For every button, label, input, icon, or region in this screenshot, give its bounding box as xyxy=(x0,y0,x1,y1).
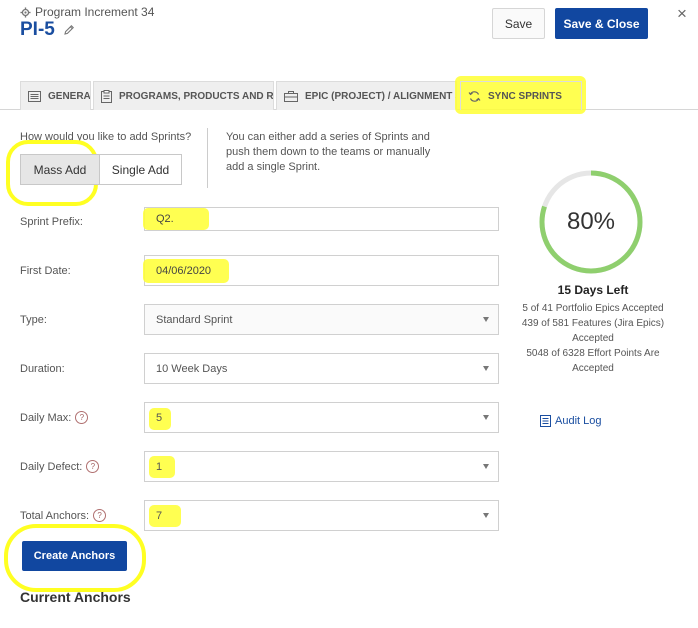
tab-epic-alignment[interactable]: EPIC (PROJECT) / ALIGNMENT S... xyxy=(276,81,457,110)
add-sprints-help: You can either add a series of Sprints a… xyxy=(226,131,431,173)
tab-programs-products[interactable]: PROGRAMS, PRODUCTS AND R... xyxy=(93,81,274,110)
epics-accepted: 5 of 41 Portfolio Epics Accepted xyxy=(522,303,664,314)
add-mode-toggle: Mass Add Single Add xyxy=(20,154,182,185)
total-anchors-select[interactable]: 7 xyxy=(144,500,499,531)
briefcase-icon xyxy=(284,90,298,102)
sprint-prefix-value: Q2. xyxy=(156,213,174,225)
breadcrumb: Program Increment 34 xyxy=(20,5,154,19)
duration-select[interactable]: 10 Week Days xyxy=(144,353,499,384)
chevron-down-icon xyxy=(483,464,489,469)
daily-max-label: Daily Max:? xyxy=(20,411,89,424)
first-date-input[interactable]: 04/06/2020 xyxy=(143,255,499,286)
tab-general[interactable]: GENERAL xyxy=(20,81,91,110)
tab-general-label: GENERAL xyxy=(48,90,91,102)
type-label-text: Type: xyxy=(20,314,47,326)
daily-defect-label-text: Daily Defect: xyxy=(20,460,83,473)
days-left: 15 Days Left xyxy=(557,283,629,297)
first-date-label-text: First Date: xyxy=(20,265,71,277)
single-add-button[interactable]: Single Add xyxy=(100,154,182,185)
help-icon[interactable]: ? xyxy=(75,411,89,424)
highlight-total-anchors xyxy=(149,505,181,527)
save-button[interactable]: Save xyxy=(492,8,545,39)
tab-sync-sprints[interactable]: SYNC SPRINTS xyxy=(460,81,582,110)
daily-defect-value: 1 xyxy=(156,460,163,473)
gear-icon xyxy=(20,6,31,18)
daily-defect-select[interactable]: 1 xyxy=(144,451,499,482)
total-anchors-label: Total Anchors:? xyxy=(20,509,107,522)
page-title-text: PI-5 xyxy=(20,19,55,40)
sprint-prefix-label: Sprint Prefix: xyxy=(20,216,83,228)
create-anchors-button[interactable]: Create Anchors xyxy=(22,541,127,571)
mass-add-button[interactable]: Mass Add xyxy=(20,154,100,185)
section-divider xyxy=(207,128,208,188)
daily-max-value: 5 xyxy=(156,411,163,424)
page-title: PI-5 xyxy=(20,19,75,41)
tab-programs-products-label: PROGRAMS, PRODUCTS AND R... xyxy=(119,90,274,102)
sync-icon xyxy=(468,90,481,102)
type-label: Type: xyxy=(20,314,47,326)
chevron-down-icon xyxy=(483,366,489,371)
total-anchors-label-text: Total Anchors: xyxy=(20,509,90,522)
daily-max-select[interactable]: 5 xyxy=(144,402,499,433)
current-anchors-heading: Current Anchors xyxy=(20,589,131,605)
chevron-down-icon xyxy=(483,415,489,420)
clipboard-icon xyxy=(101,89,112,103)
daily-max-label-text: Daily Max: xyxy=(20,411,72,424)
help-icon[interactable]: ? xyxy=(86,460,100,473)
first-date-value: 04/06/2020 xyxy=(156,264,212,277)
breadcrumb-label[interactable]: Program Increment 34 xyxy=(35,5,154,19)
type-value: Standard Sprint xyxy=(156,313,233,326)
pencil-icon[interactable] xyxy=(63,24,75,36)
daily-defect-label: Daily Defect:? xyxy=(20,460,100,473)
total-anchors-value: 7 xyxy=(156,509,163,522)
effort-accepted: 5048 of 6328 Effort Points Are Accepted xyxy=(526,348,660,374)
audit-log-link[interactable]: Audit Log xyxy=(540,415,601,427)
chevron-down-icon xyxy=(483,513,489,518)
list-icon xyxy=(28,90,41,102)
highlight-sprint-prefix xyxy=(143,208,209,230)
sprint-prefix-label-text: Sprint Prefix: xyxy=(20,216,83,228)
features-accepted: 439 of 581 Features (Jira Epics) Accepte… xyxy=(521,318,665,344)
save-close-button[interactable]: Save & Close xyxy=(555,8,648,39)
help-icon[interactable]: ? xyxy=(93,509,107,522)
chevron-down-icon xyxy=(483,317,489,322)
audit-log-label: Audit Log xyxy=(555,415,602,427)
duration-value: 10 Week Days xyxy=(156,362,228,375)
sprint-prefix-input[interactable]: Q2. xyxy=(143,207,499,231)
close-icon[interactable]: × xyxy=(677,4,687,24)
type-select[interactable]: Standard Sprint xyxy=(144,304,499,335)
document-icon xyxy=(540,415,551,427)
duration-label: Duration: xyxy=(20,363,65,375)
tab-sync-sprints-label: SYNC SPRINTS xyxy=(488,90,562,102)
first-date-label: First Date: xyxy=(20,265,71,277)
tab-epic-alignment-label: EPIC (PROJECT) / ALIGNMENT S... xyxy=(305,90,457,102)
progress-percent: 80% xyxy=(566,208,616,235)
duration-label-text: Duration: xyxy=(20,363,65,375)
